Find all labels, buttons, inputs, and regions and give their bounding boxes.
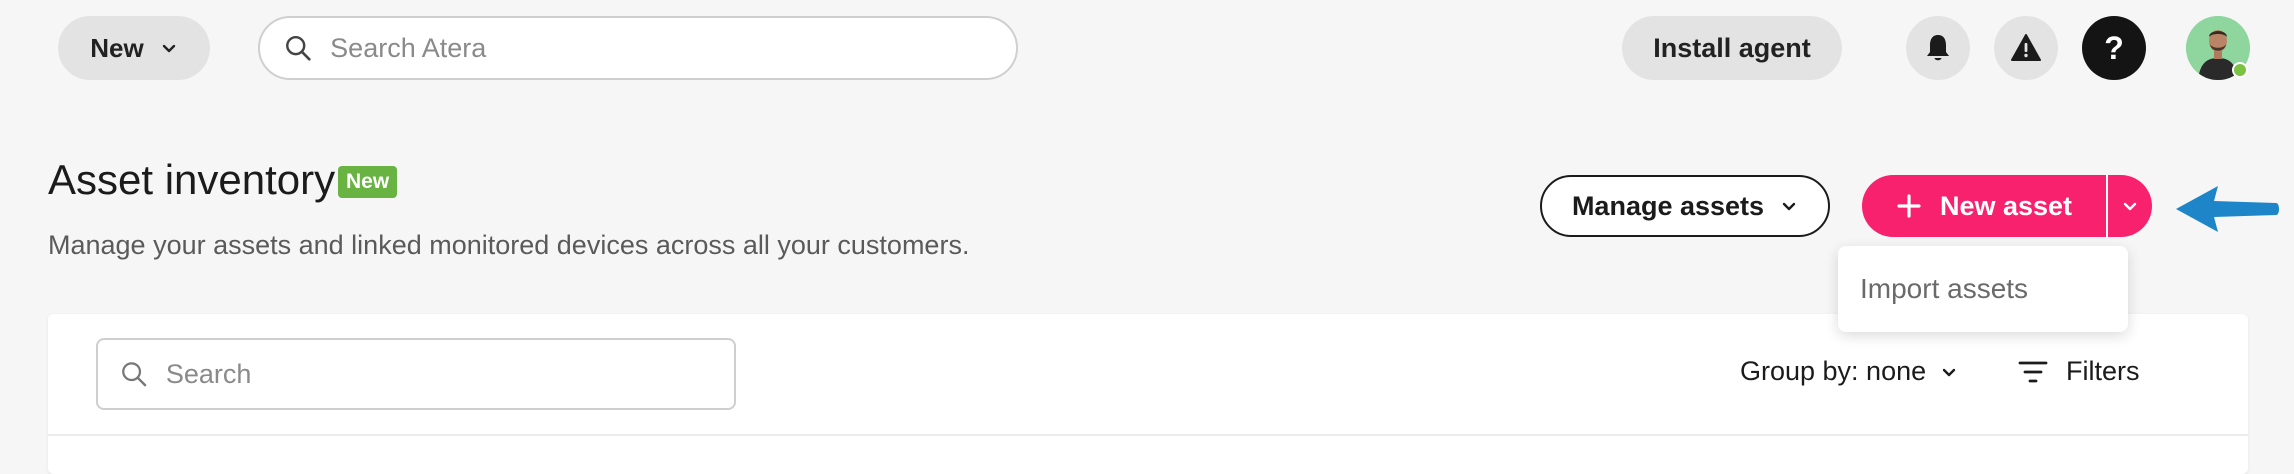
bell-icon xyxy=(1927,35,1949,61)
chevron-down-icon xyxy=(1942,368,1956,376)
page-title: Asset inventory xyxy=(48,156,336,203)
pointer-arrow-icon xyxy=(2176,186,2279,232)
new-badge: New xyxy=(338,166,398,198)
table-header-divider xyxy=(48,434,2248,436)
filters-button[interactable]: Filters xyxy=(2018,356,2140,387)
user-avatar[interactable] xyxy=(2186,16,2250,80)
install-agent-button[interactable]: Install agent xyxy=(1622,16,1842,80)
new-asset-options-button[interactable] xyxy=(2108,175,2152,237)
new-menu-label: New xyxy=(90,32,144,63)
help-icon: ? xyxy=(2104,29,2124,66)
asset-search-input[interactable] xyxy=(163,357,734,391)
warning-icon xyxy=(2011,34,2041,61)
new-asset-dropdown-menu: Import assets xyxy=(1838,246,2128,332)
chevron-down-icon xyxy=(2123,202,2137,211)
search-icon xyxy=(286,35,311,61)
plus-icon xyxy=(1897,194,1921,218)
help-button[interactable]: ? xyxy=(2082,16,2146,80)
install-agent-label: Install agent xyxy=(1653,32,1811,63)
page-subtitle: Manage your assets and linked monitored … xyxy=(48,230,970,260)
global-search-input[interactable] xyxy=(328,31,1016,65)
alerts-button[interactable] xyxy=(1994,16,2058,80)
menu-item-import-assets[interactable]: Import assets xyxy=(1860,273,2028,305)
filter-icon xyxy=(2018,361,2048,382)
new-asset-button[interactable]: New asset xyxy=(1862,175,2106,237)
global-search-field[interactable] xyxy=(258,16,1018,80)
filters-label: Filters xyxy=(2066,356,2140,386)
notifications-button[interactable] xyxy=(1906,16,1970,80)
new-menu-button[interactable]: New xyxy=(58,16,210,80)
group-by-label: Group by: none xyxy=(1740,356,1927,386)
asset-search-field[interactable] xyxy=(96,338,736,410)
manage-assets-button[interactable]: Manage assets xyxy=(1540,175,1830,237)
presence-indicator xyxy=(2232,62,2248,78)
group-by-dropdown[interactable]: Group by: none xyxy=(1740,356,1958,387)
manage-assets-label: Manage assets xyxy=(1571,190,1765,221)
new-asset-label: New asset xyxy=(1939,190,2073,221)
chevron-down-icon xyxy=(162,44,175,53)
search-icon xyxy=(122,362,147,387)
chevron-down-icon xyxy=(1782,202,1796,211)
